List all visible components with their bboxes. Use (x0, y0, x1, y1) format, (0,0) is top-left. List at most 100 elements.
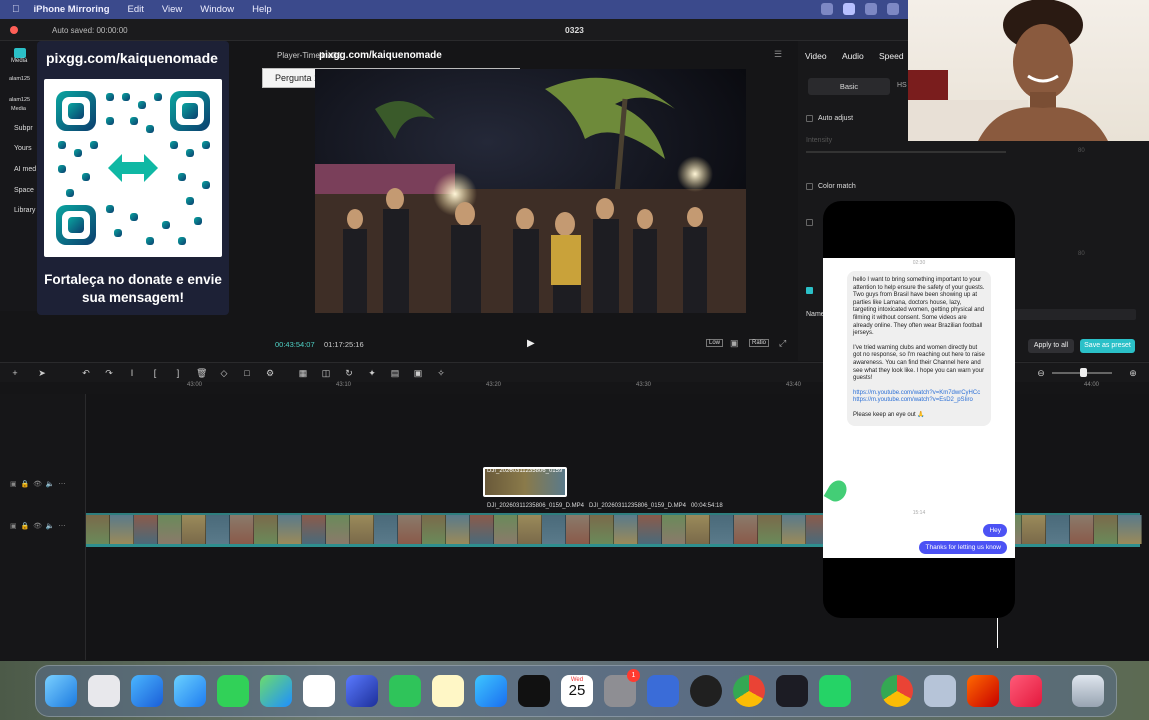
messages-icon[interactable] (217, 675, 249, 707)
select-tool-icon[interactable]: ➤ (37, 368, 47, 378)
option-value[interactable]: 80 (1078, 251, 1085, 257)
mail-icon[interactable] (174, 675, 206, 707)
chrome-icon-2[interactable] (881, 675, 913, 707)
trash-icon[interactable] (1072, 675, 1104, 707)
apple-menu-icon[interactable]:  (12, 4, 20, 15)
add-icon[interactable]: + (10, 368, 20, 378)
trim-right-icon[interactable]: ] (173, 368, 183, 378)
player-menu-icon[interactable]: ☰ (774, 49, 782, 60)
main-track-controls[interactable]: ▣ 🔒 👁 🔈 ⋯ (10, 522, 66, 530)
magic-icon[interactable]: ✦ (367, 368, 377, 378)
tab-video[interactable]: Video (805, 51, 827, 61)
playhead[interactable] (997, 618, 998, 648)
freeze-icon[interactable]: ▦ (298, 368, 308, 378)
media-icon[interactable] (14, 48, 26, 58)
davinci-resolve-icon[interactable] (776, 675, 808, 707)
autosave-status: Auto saved: 00:00:00 (52, 26, 128, 35)
zoom-in-icon[interactable]: ⊕ (1128, 368, 1138, 378)
enabled-checkbox[interactable] (806, 287, 813, 294)
cutout-icon[interactable]: ▣ (413, 368, 423, 378)
settings-icon[interactable]: 1 (604, 669, 640, 707)
message-link-2[interactable]: https://m.youtube.com/watch?v=EsD2_pSIir… (853, 397, 985, 405)
name-select[interactable] (1014, 309, 1136, 320)
sidebar-item-space[interactable]: Space (14, 187, 34, 194)
safari-icon[interactable] (131, 675, 163, 707)
transform-icon[interactable]: ⚙ (265, 368, 275, 378)
menu-app-name[interactable]: iPhone Mirroring (34, 4, 110, 15)
sidebar-item-subprojects[interactable]: Subpr (14, 125, 33, 132)
intensity-value[interactable]: 80 (1078, 148, 1085, 154)
tab-basic[interactable]: Basic (808, 78, 890, 95)
outgoing-message: Hey (983, 524, 1007, 537)
track-thumbnail (206, 515, 230, 544)
trim-left-icon[interactable]: [ (150, 368, 160, 378)
split-icon[interactable]: I (127, 368, 137, 378)
save-preset-button[interactable]: Save as preset (1080, 339, 1135, 353)
menu-window[interactable]: Window (200, 4, 234, 15)
tab-hsl[interactable]: HS (897, 82, 907, 89)
track-thumbnail (686, 515, 710, 544)
track-thumbnail (182, 515, 206, 544)
chrome-icon[interactable] (733, 675, 765, 707)
undo-icon[interactable]: ↶ (81, 368, 91, 378)
launchpad-icon[interactable] (88, 675, 120, 707)
auto-adjust-checkbox[interactable] (806, 115, 813, 122)
sidebar-item-yours[interactable]: Yours (14, 145, 32, 152)
marker-icon[interactable]: ◇ (219, 368, 229, 378)
control-center-icon[interactable] (887, 3, 899, 15)
color-match-checkbox[interactable] (806, 183, 813, 190)
ruler-tick: 43:30 (636, 382, 652, 388)
zoom-slider-handle[interactable] (1080, 368, 1087, 377)
chat-timestamp-2: 15:14 (912, 510, 926, 516)
menubar-status-icons (821, 3, 899, 15)
track-controls[interactable]: ▣ 🔒 👁 🔈 ⋯ (10, 480, 66, 488)
music-icon[interactable] (1010, 675, 1042, 707)
donation-message: Fortaleça no donate e envie sua mensagem… (44, 272, 222, 305)
crop-icon[interactable]: □ (242, 368, 252, 378)
quality-button[interactable]: Low (706, 339, 724, 347)
ai-icon[interactable]: ✧ (436, 368, 446, 378)
menu-edit[interactable]: Edit (128, 4, 144, 15)
menu-help[interactable]: Help (252, 4, 272, 15)
rotate-icon[interactable]: ↻ (344, 368, 354, 378)
sidebar-item-ai-media[interactable]: AI med (14, 166, 36, 173)
whatsapp-icon[interactable] (819, 675, 851, 707)
app-icon-2[interactable] (924, 675, 956, 707)
track-thumbnail (1046, 515, 1070, 544)
finder-icon[interactable] (45, 675, 77, 707)
delete-icon[interactable]: 🗑 (196, 368, 207, 378)
status-icon[interactable] (821, 3, 833, 15)
tab-speed[interactable]: Speed (879, 51, 904, 61)
option-checkbox[interactable] (806, 219, 813, 226)
record-icon[interactable] (865, 3, 877, 15)
notes-icon[interactable] (432, 675, 464, 707)
photos-icon[interactable] (303, 675, 335, 707)
expand-icon[interactable]: ⤢ (779, 338, 786, 349)
iphone-mirroring-icon[interactable] (647, 675, 679, 707)
sidebar-item-library[interactable]: Library (14, 207, 35, 214)
facetime-icon[interactable] (389, 675, 421, 707)
ratio-button[interactable]: Ratio (749, 339, 770, 347)
screen-mirror-icon[interactable] (843, 3, 855, 15)
track-thumbnail (542, 515, 566, 544)
tab-audio[interactable]: Audio (842, 51, 864, 61)
mirror-icon[interactable]: ◫ (321, 368, 331, 378)
app-icon[interactable] (346, 675, 378, 707)
maps-icon[interactable] (260, 675, 292, 707)
obs-icon[interactable] (690, 675, 722, 707)
color-match-label: Color match (818, 183, 856, 190)
apply-to-all-button[interactable]: Apply to all (1028, 339, 1074, 353)
intensity-slider[interactable] (806, 151, 1006, 153)
close-window-button[interactable] (10, 26, 18, 34)
redo-icon[interactable]: ↷ (104, 368, 114, 378)
play-icon[interactable]: ▶ (527, 338, 535, 349)
app-store-icon[interactable] (475, 675, 507, 707)
message-link-1[interactable]: https://m.youtube.com/watch?v=Km7dwrCyHC… (853, 390, 985, 398)
app-icon-3[interactable] (967, 675, 999, 707)
calendar-icon[interactable]: Wed 25 (561, 675, 593, 707)
menu-view[interactable]: View (162, 4, 182, 15)
reframe-icon[interactable]: ▤ (390, 368, 400, 378)
zoom-out-icon[interactable]: ⊖ (1036, 368, 1046, 378)
fullscreen-fit-icon[interactable]: ▣ (730, 338, 739, 349)
capcut-icon[interactable] (518, 675, 550, 707)
